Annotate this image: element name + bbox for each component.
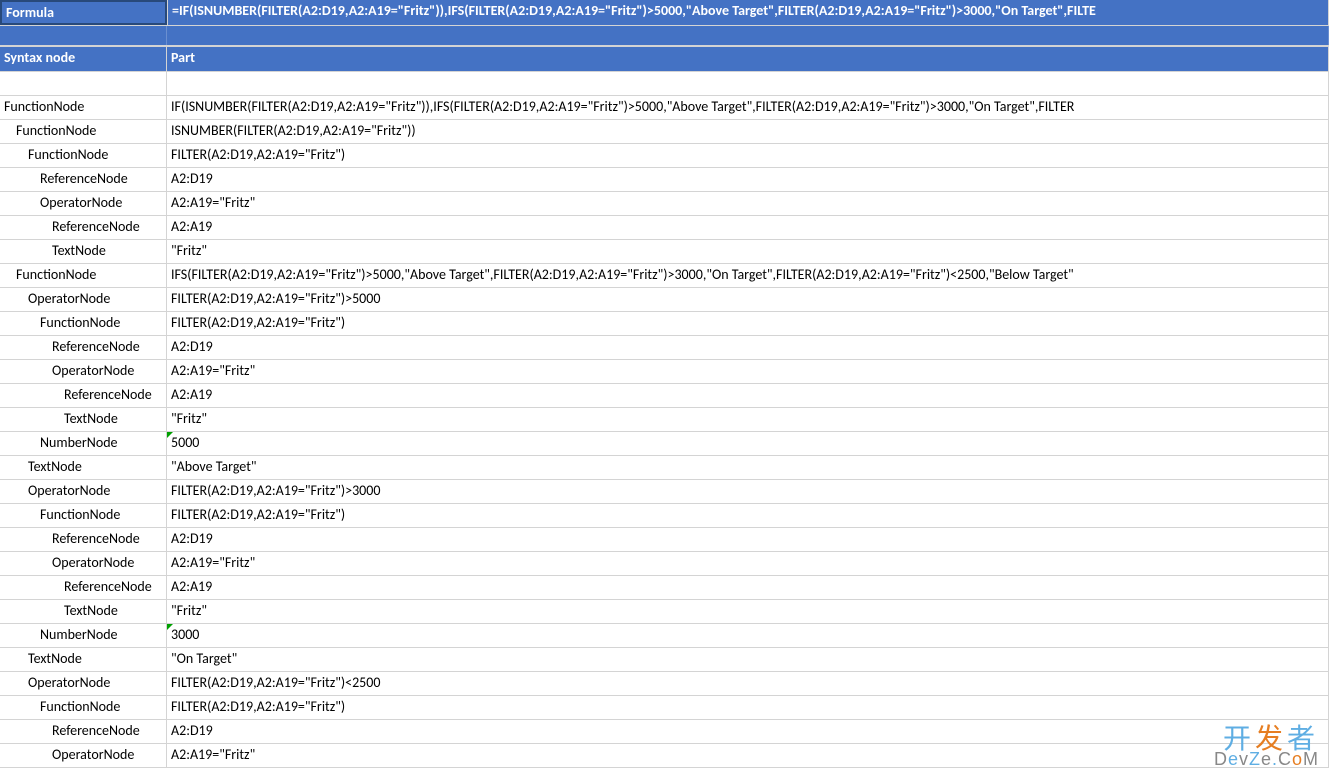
part-cell[interactable]: "Above Target" — [167, 456, 1329, 479]
part-cell[interactable]: A2:A19 — [167, 384, 1329, 407]
syntax-node-cell[interactable] — [0, 72, 167, 95]
syntax-node-cell[interactable]: OperatorNode — [0, 552, 167, 575]
column-headers-row[interactable]: Syntax node Part — [0, 46, 1329, 72]
part-cell[interactable]: "Fritz" — [167, 408, 1329, 431]
part-cell[interactable]: FILTER(A2:D19,A2:A19="Fritz")>5000 — [167, 288, 1329, 311]
syntax-node-cell[interactable]: ReferenceNode — [0, 336, 167, 359]
part-cell[interactable]: A2:A19="Fritz" — [167, 360, 1329, 383]
syntax-node-cell[interactable]: ReferenceNode — [0, 384, 167, 407]
part-cell[interactable]: FILTER(A2:D19,A2:A19="Fritz")<2500 — [167, 672, 1329, 695]
table-row[interactable]: TextNode"Fritz" — [0, 240, 1329, 264]
syntax-node-cell[interactable]: OperatorNode — [0, 288, 167, 311]
syntax-node-cell[interactable]: ReferenceNode — [0, 216, 167, 239]
blank-row — [0, 26, 1329, 46]
header-label-formula[interactable]: Formula — [0, 0, 167, 25]
part-cell[interactable]: "Fritz" — [167, 240, 1329, 263]
col-header-syntax-node[interactable]: Syntax node — [0, 47, 167, 71]
table-body: FunctionNodeIF(ISNUMBER(FILTER(A2:D19,A2… — [0, 72, 1329, 768]
syntax-node-cell[interactable]: FunctionNode — [0, 264, 167, 287]
syntax-node-cell[interactable]: ReferenceNode — [0, 576, 167, 599]
syntax-node-cell[interactable]: TextNode — [0, 600, 167, 623]
syntax-node-cell[interactable]: NumberNode — [0, 624, 167, 647]
syntax-node-cell[interactable]: TextNode — [0, 408, 167, 431]
syntax-node-cell[interactable]: OperatorNode — [0, 480, 167, 503]
table-row[interactable]: FunctionNodeFILTER(A2:D19,A2:A19="Fritz"… — [0, 504, 1329, 528]
table-row[interactable]: NumberNode5000 — [0, 432, 1329, 456]
formula-header-row[interactable]: Formula =IF(ISNUMBER(FILTER(A2:D19,A2:A1… — [0, 0, 1329, 26]
part-cell[interactable]: A2:D19 — [167, 528, 1329, 551]
table-row[interactable]: ReferenceNodeA2:A19 — [0, 384, 1329, 408]
syntax-node-cell[interactable]: ReferenceNode — [0, 168, 167, 191]
table-row[interactable]: FunctionNodeISNUMBER(FILTER(A2:D19,A2:A1… — [0, 120, 1329, 144]
part-cell[interactable]: IF(ISNUMBER(FILTER(A2:D19,A2:A19="Fritz"… — [167, 96, 1329, 119]
table-row[interactable]: OperatorNodeFILTER(A2:D19,A2:A19="Fritz"… — [0, 288, 1329, 312]
table-row[interactable]: ReferenceNodeA2:D19 — [0, 720, 1329, 744]
table-row[interactable]: OperatorNodeA2:A19="Fritz" — [0, 552, 1329, 576]
syntax-node-cell[interactable]: NumberNode — [0, 432, 167, 455]
table-row[interactable]: ReferenceNodeA2:A19 — [0, 216, 1329, 240]
part-cell[interactable]: A2:D19 — [167, 168, 1329, 191]
table-row[interactable]: OperatorNodeA2:A19="Fritz" — [0, 192, 1329, 216]
part-cell[interactable]: 3000 — [167, 624, 1329, 647]
part-cell[interactable]: FILTER(A2:D19,A2:A19="Fritz") — [167, 504, 1329, 527]
table-row[interactable]: FunctionNodeIFS(FILTER(A2:D19,A2:A19="Fr… — [0, 264, 1329, 288]
table-row[interactable]: OperatorNodeA2:A19="Fritz" — [0, 360, 1329, 384]
part-cell[interactable]: A2:D19 — [167, 720, 1329, 743]
syntax-node-cell[interactable]: OperatorNode — [0, 744, 167, 767]
table-row[interactable]: FunctionNodeFILTER(A2:D19,A2:A19="Fritz"… — [0, 312, 1329, 336]
table-row[interactable]: ReferenceNodeA2:A19 — [0, 576, 1329, 600]
syntax-node-cell[interactable]: TextNode — [0, 456, 167, 479]
part-cell[interactable]: "Fritz" — [167, 600, 1329, 623]
table-row[interactable]: NumberNode3000 — [0, 624, 1329, 648]
syntax-node-cell[interactable]: FunctionNode — [0, 96, 167, 119]
syntax-node-cell[interactable]: TextNode — [0, 648, 167, 671]
part-cell[interactable]: A2:A19="Fritz" — [167, 552, 1329, 575]
part-cell[interactable]: A2:D19 — [167, 336, 1329, 359]
table-row[interactable]: OperatorNodeA2:A19="Fritz" — [0, 744, 1329, 768]
syntax-node-cell[interactable]: FunctionNode — [0, 144, 167, 167]
table-row[interactable]: FunctionNodeFILTER(A2:D19,A2:A19="Fritz"… — [0, 696, 1329, 720]
table-row[interactable]: FunctionNodeFILTER(A2:D19,A2:A19="Fritz"… — [0, 144, 1329, 168]
syntax-node-cell[interactable]: FunctionNode — [0, 312, 167, 335]
part-cell[interactable]: FILTER(A2:D19,A2:A19="Fritz") — [167, 696, 1329, 719]
table-row[interactable]: TextNode"Fritz" — [0, 600, 1329, 624]
syntax-node-cell[interactable]: OperatorNode — [0, 192, 167, 215]
part-cell[interactable]: A2:A19="Fritz" — [167, 744, 1329, 767]
table-row[interactable]: ReferenceNodeA2:D19 — [0, 336, 1329, 360]
part-cell[interactable] — [167, 72, 1329, 95]
part-cell[interactable]: A2:A19 — [167, 216, 1329, 239]
part-cell[interactable]: ISNUMBER(FILTER(A2:D19,A2:A19="Fritz")) — [167, 120, 1329, 143]
syntax-node-cell[interactable]: TextNode — [0, 240, 167, 263]
table-row[interactable]: TextNode"On Target" — [0, 648, 1329, 672]
table-row[interactable]: ReferenceNodeA2:D19 — [0, 168, 1329, 192]
syntax-node-cell[interactable]: FunctionNode — [0, 696, 167, 719]
table-row[interactable]: OperatorNodeFILTER(A2:D19,A2:A19="Fritz"… — [0, 672, 1329, 696]
part-cell[interactable]: A2:A19="Fritz" — [167, 192, 1329, 215]
syntax-node-cell[interactable]: ReferenceNode — [0, 528, 167, 551]
part-cell[interactable]: 5000 — [167, 432, 1329, 455]
syntax-node-cell[interactable]: FunctionNode — [0, 120, 167, 143]
header-formula-value[interactable]: =IF(ISNUMBER(FILTER(A2:D19,A2:A19="Fritz… — [167, 0, 1329, 25]
table-row[interactable]: ReferenceNodeA2:D19 — [0, 528, 1329, 552]
syntax-node-cell[interactable]: OperatorNode — [0, 360, 167, 383]
table-row[interactable]: FunctionNodeIF(ISNUMBER(FILTER(A2:D19,A2… — [0, 96, 1329, 120]
part-cell[interactable]: A2:A19 — [167, 576, 1329, 599]
part-cell[interactable]: IFS(FILTER(A2:D19,A2:A19="Fritz")>5000,"… — [167, 264, 1329, 287]
part-cell[interactable]: "On Target" — [167, 648, 1329, 671]
spreadsheet-view: Formula =IF(ISNUMBER(FILTER(A2:D19,A2:A1… — [0, 0, 1329, 768]
syntax-node-cell[interactable]: ReferenceNode — [0, 720, 167, 743]
col-header-part[interactable]: Part — [167, 47, 1329, 71]
part-cell[interactable]: FILTER(A2:D19,A2:A19="Fritz")>3000 — [167, 480, 1329, 503]
table-row[interactable] — [0, 72, 1329, 96]
table-row[interactable]: OperatorNodeFILTER(A2:D19,A2:A19="Fritz"… — [0, 480, 1329, 504]
syntax-node-cell[interactable]: FunctionNode — [0, 504, 167, 527]
part-cell[interactable]: FILTER(A2:D19,A2:A19="Fritz") — [167, 312, 1329, 335]
table-row[interactable]: TextNode"Fritz" — [0, 408, 1329, 432]
syntax-node-cell[interactable]: OperatorNode — [0, 672, 167, 695]
table-row[interactable]: TextNode"Above Target" — [0, 456, 1329, 480]
part-cell[interactable]: FILTER(A2:D19,A2:A19="Fritz") — [167, 144, 1329, 167]
